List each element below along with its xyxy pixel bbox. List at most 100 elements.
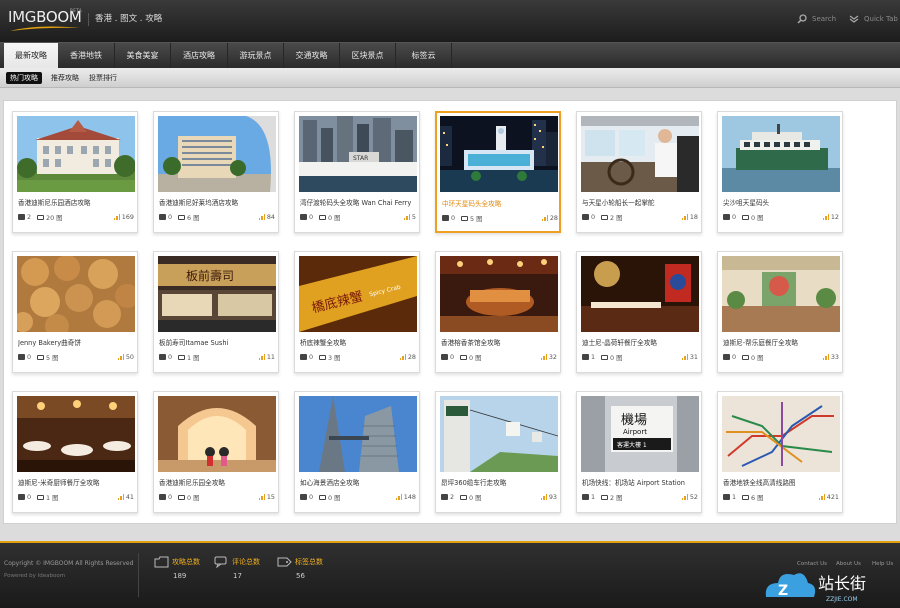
- subtab-hot[interactable]: 热门攻略: [6, 72, 42, 84]
- dining-hall-photo: [17, 396, 135, 472]
- image-icon: [319, 215, 326, 220]
- tab-attractions[interactable]: 游玩景点: [228, 43, 284, 68]
- guide-title[interactable]: 如心海景酒店全攻略: [300, 477, 416, 487]
- guide-meta: 0 0 图 148: [300, 493, 416, 502]
- view-count: 15: [266, 493, 275, 501]
- comment-count: 0: [309, 353, 314, 361]
- imgboom-logo[interactable]: IMGBOOM BETA: [8, 8, 82, 34]
- guide-thumbnail[interactable]: [17, 396, 135, 472]
- guide-title[interactable]: 香港地铁全线高清线路图: [723, 477, 839, 487]
- cable-car-photo: [440, 396, 558, 472]
- subtab-recommended[interactable]: 推荐攻略: [47, 72, 83, 84]
- tab-districts[interactable]: 区块景点: [340, 43, 396, 68]
- guide-thumbnail[interactable]: [440, 116, 558, 192]
- guide-thumbnail[interactable]: [299, 396, 417, 472]
- tab-latest[interactable]: 最新攻略: [4, 43, 58, 69]
- view-count: 12: [830, 213, 839, 221]
- guide-thumbnail[interactable]: [722, 396, 840, 472]
- guide-title[interactable]: 迪斯尼-米奇厨师餐厅全攻略: [18, 477, 134, 487]
- guide-title[interactable]: Jenny Bakery曲奇饼: [18, 337, 134, 347]
- guide-meta: 0 0 图 33: [723, 353, 839, 362]
- stat-comments-value: 17: [233, 572, 242, 580]
- guide-thumbnail[interactable]: [158, 396, 276, 472]
- guide-card[interactable]: 与天星小轮船长一起掌舵 0 2 图 18: [576, 111, 702, 233]
- comment-icon: [442, 215, 449, 221]
- guide-meta: 0 0 图 15: [159, 493, 275, 502]
- tab-hk-metro[interactable]: 香港地铁: [58, 43, 115, 68]
- tab-transport[interactable]: 交通攻略: [284, 43, 340, 68]
- guide-card[interactable]: 香港迪斯尼好莱坞酒店攻略 0 6 图 84: [153, 111, 279, 233]
- guide-meta: 1 0 图 31: [582, 353, 698, 362]
- view-count: 5: [411, 213, 416, 221]
- guide-card[interactable]: STAR 湾仔渡轮码头全攻略 Wan Chai Ferry 0 0 图 5: [294, 111, 420, 233]
- search-link[interactable]: Search: [797, 14, 836, 24]
- guide-thumbnail[interactable]: 機場 Airport 客運大樓 1: [581, 396, 699, 472]
- guide-title[interactable]: 香港迪斯尼乐园酒店攻略: [18, 197, 134, 207]
- image-icon: [37, 495, 44, 500]
- guide-thumbnail[interactable]: 橋底辣蟹 Spicy Crab: [299, 256, 417, 332]
- guide-title[interactable]: 机场快线：机场站 Airport Station: [582, 477, 698, 487]
- guide-card[interactable]: 迪斯尼-米奇厨师餐厅全攻略 0 1 图 41: [12, 391, 138, 513]
- guide-thumbnail[interactable]: [17, 256, 135, 332]
- guide-thumbnail[interactable]: [17, 116, 135, 192]
- tab-hotels[interactable]: 酒店攻略: [171, 43, 228, 68]
- logo-swoosh-icon: [10, 26, 80, 31]
- stat-tags-value: 56: [296, 572, 305, 580]
- guide-thumbnail[interactable]: [581, 256, 699, 332]
- image-icon: [319, 355, 326, 360]
- tab-tag-cloud[interactable]: 标签云: [396, 43, 452, 68]
- image-icon: [460, 355, 467, 360]
- guide-card-selected[interactable]: 中环天星码头全攻略 0 5 图 28: [435, 111, 561, 233]
- comment-icon: [582, 494, 589, 500]
- guide-card[interactable]: 香港迪斯尼乐园全攻略 0 0 图 15: [153, 391, 279, 513]
- guide-title[interactable]: 尖沙咀天星码头: [723, 197, 839, 207]
- guide-card[interactable]: 香港榕香茶馆全攻略 0 0 图 32: [435, 251, 561, 373]
- guide-card[interactable]: 香港迪斯尼乐园酒店攻略 2 20 图 169: [12, 111, 138, 233]
- guide-card[interactable]: 香港地铁全线高清线路图 1 6 图 421: [717, 391, 843, 513]
- guide-title[interactable]: 香港迪斯尼好莱坞酒店攻略: [159, 197, 275, 207]
- guide-card[interactable]: 橋底辣蟹 Spicy Crab 桥底辣蟹全攻略 0 3 图 28: [294, 251, 420, 373]
- guide-thumbnail[interactable]: [722, 116, 840, 192]
- guide-card[interactable]: 機場 Airport 客運大樓 1 机场快线：机场站 Airport Stati…: [576, 391, 702, 513]
- guide-title[interactable]: 板前寿司Itamae Sushi: [159, 337, 275, 347]
- guide-thumbnail[interactable]: [440, 256, 558, 332]
- guide-title[interactable]: 迪士尼-晶荷轩餐厅全攻略: [582, 337, 698, 347]
- guide-thumbnail[interactable]: [440, 396, 558, 472]
- guide-title[interactable]: 香港榕香茶馆全攻略: [441, 337, 557, 347]
- guide-title[interactable]: 桥底辣蟹全攻略: [300, 337, 416, 347]
- guide-title[interactable]: 香港迪斯尼乐园全攻略: [159, 477, 275, 487]
- guide-thumbnail[interactable]: [581, 116, 699, 192]
- guide-thumbnail[interactable]: STAR: [299, 116, 417, 192]
- search-icon: [797, 14, 807, 24]
- quick-tab-link[interactable]: Quick Tab: [849, 14, 898, 24]
- guide-card[interactable]: 迪斯尼-帮乐庭餐厅全攻略 0 0 图 33: [717, 251, 843, 373]
- guide-thumbnail[interactable]: [158, 116, 276, 192]
- comment-count: 1: [732, 493, 737, 501]
- guide-title[interactable]: 湾仔渡轮码头全攻略 Wan Chai Ferry: [300, 197, 416, 207]
- guide-title[interactable]: 昂坪360缆车行走攻略: [441, 477, 557, 487]
- airport-sign-en: Airport: [623, 428, 647, 436]
- guide-thumbnail[interactable]: 板前壽司: [158, 256, 276, 332]
- comment-icon: [159, 354, 166, 360]
- guide-title[interactable]: 迪斯尼-帮乐庭餐厅全攻略: [723, 337, 839, 347]
- image-count: 0 图: [751, 354, 764, 362]
- guide-card[interactable]: Jenny Bakery曲奇饼 0 5 图 50: [12, 251, 138, 373]
- guide-thumbnail[interactable]: [722, 256, 840, 332]
- guide-title[interactable]: 中环天星码头全攻略: [442, 198, 558, 208]
- guide-card[interactable]: 尖沙咀天星码头 0 0 图 12: [717, 111, 843, 233]
- guide-card[interactable]: 板前壽司 板前寿司Itamae Sushi 0 1 图 11: [153, 251, 279, 373]
- guide-card[interactable]: 迪士尼-晶荷轩餐厅全攻略 1 0 图 31: [576, 251, 702, 373]
- image-icon: [460, 495, 467, 500]
- subtab-vote-ranking[interactable]: 投票排行: [85, 72, 121, 84]
- stat-comments-label: 评论总数: [232, 558, 260, 566]
- image-icon: [601, 355, 608, 360]
- image-icon: [178, 215, 185, 220]
- guide-title[interactable]: 与天星小轮船长一起掌舵: [582, 197, 698, 207]
- guide-meta: 0 1 图 11: [159, 353, 275, 362]
- view-count: 84: [266, 213, 275, 221]
- guide-card[interactable]: 如心海景酒店全攻略 0 0 图 148: [294, 391, 420, 513]
- image-icon: [742, 495, 749, 500]
- guide-card[interactable]: 昂坪360缆车行走攻略 2 0 图 93: [435, 391, 561, 513]
- comment-count: 1: [591, 353, 596, 361]
- tab-food[interactable]: 美食美宴: [115, 43, 171, 68]
